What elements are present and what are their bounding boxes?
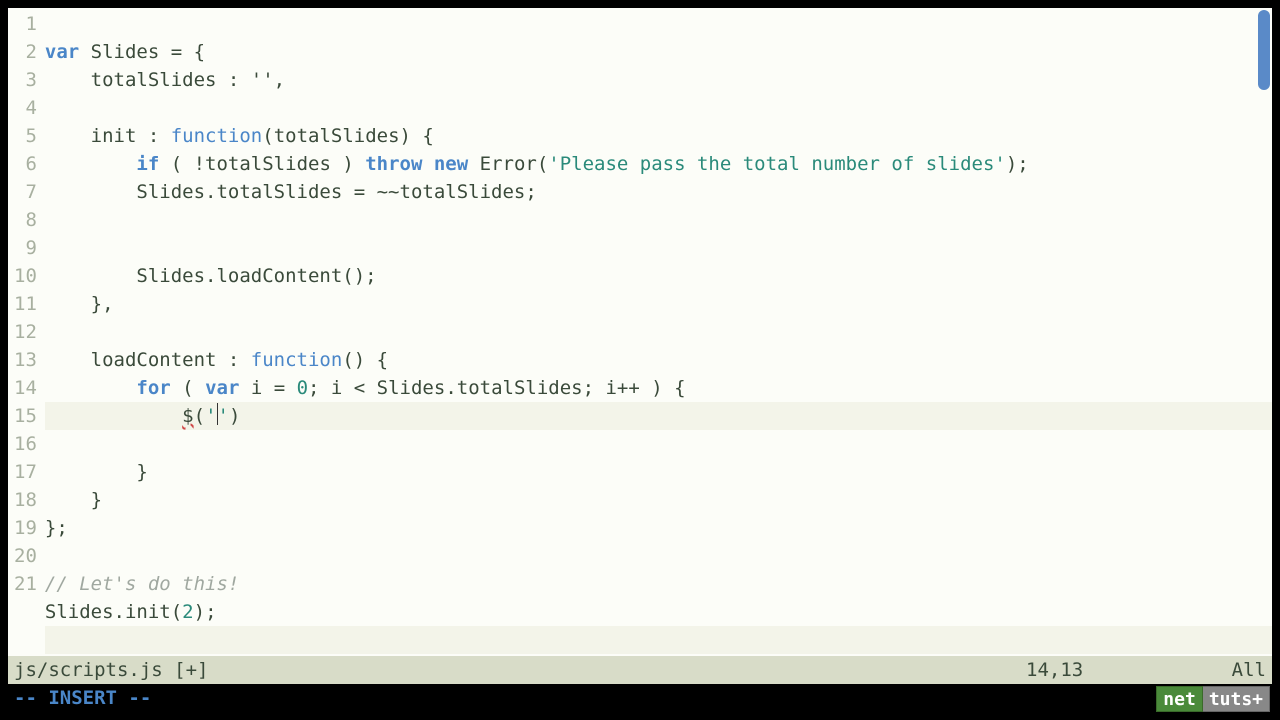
vim-mode-indicator: -- INSERT -- bbox=[14, 687, 151, 709]
status-filename: js/scripts.js [+] bbox=[14, 656, 1026, 684]
vim-editor: 1 2 3 4 5 6 7 8 9 10 11 12 13 14 15 16 1… bbox=[8, 8, 1272, 712]
code-content[interactable]: var Slides = { totalSlides : '', init : … bbox=[45, 8, 1272, 656]
syntax-error-underline: $ bbox=[182, 405, 193, 427]
status-bar: js/scripts.js [+] 14,13 All bbox=[8, 656, 1272, 684]
line-number-gutter: 1 2 3 4 5 6 7 8 9 10 11 12 13 14 15 16 1… bbox=[8, 8, 45, 656]
status-scroll-percent: All bbox=[1206, 656, 1266, 684]
vertical-scrollbar[interactable] bbox=[1258, 10, 1270, 90]
mode-bar: -- INSERT -- net tuts+ bbox=[8, 684, 1272, 712]
cursor-line: $('') bbox=[45, 402, 1272, 430]
status-cursor-position: 14,13 bbox=[1026, 656, 1206, 684]
code-area[interactable]: 1 2 3 4 5 6 7 8 9 10 11 12 13 14 15 16 1… bbox=[8, 8, 1272, 656]
nettuts-logo: net tuts+ bbox=[1156, 686, 1270, 712]
